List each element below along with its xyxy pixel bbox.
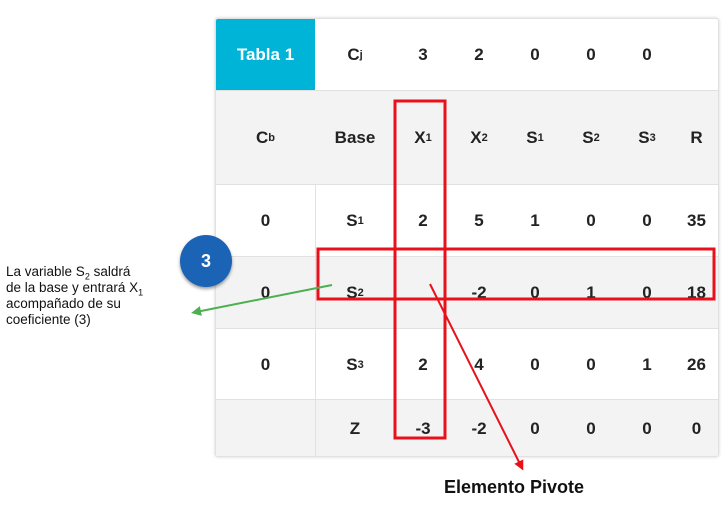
annotation-note: La variable S2 saldrá de la base y entra… [6, 264, 144, 327]
pivot-row-highlight [316, 247, 716, 301]
pivot-label: Elemento Pivote [444, 477, 585, 497]
annotation-overlay [191, 99, 716, 471]
pivot-column-highlight [393, 99, 447, 440]
